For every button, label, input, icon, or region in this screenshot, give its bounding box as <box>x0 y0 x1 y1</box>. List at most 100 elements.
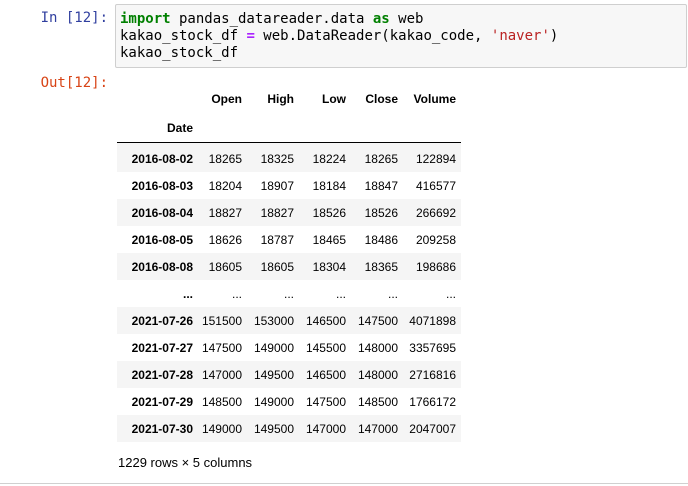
row-index: 2016-08-05 <box>131 232 193 247</box>
column-header: High <box>267 92 294 106</box>
cell-high: 149500 <box>253 421 294 436</box>
cell-volume: 3357695 <box>409 340 456 355</box>
table-row: 2021-07-29 148500 149000 147500 148500 1… <box>117 388 461 415</box>
cell-open: 18605 <box>208 259 242 274</box>
corner-cell <box>117 84 197 114</box>
cell-close: 18265 <box>364 151 398 166</box>
cell-low: 146500 <box>305 313 346 328</box>
cell-divider <box>0 483 688 484</box>
cell-volume: 2047007 <box>409 421 456 436</box>
cell-low: 147500 <box>305 394 346 409</box>
cell-open: 18204 <box>208 178 242 193</box>
column-header-row: Open High Low Close Volume <box>117 84 461 114</box>
row-index: 2016-08-02 <box>131 151 193 166</box>
string-literal: 'naver' <box>490 28 550 44</box>
cell-volume: 122894 <box>415 151 456 166</box>
cell-open: 18626 <box>208 232 242 247</box>
cell-low: 18465 <box>312 232 346 247</box>
column-header: Low <box>322 92 346 106</box>
table-row: 2021-07-27 147500 149000 145500 148000 3… <box>117 334 461 361</box>
cell-close: 148500 <box>357 394 398 409</box>
table-row: 2016-08-03 18204 18907 18184 18847 41657… <box>117 172 461 199</box>
assign-operator: = <box>246 28 255 44</box>
cell-close: ... <box>387 286 398 301</box>
table-row: 2016-08-02 18265 18325 18224 18265 12289… <box>117 142 461 172</box>
table-row: 2016-08-05 18626 18787 18465 18486 20925… <box>117 226 461 253</box>
cell-open: 151500 <box>201 313 242 328</box>
row-index: ... <box>182 286 193 301</box>
cell-close: 147000 <box>357 421 398 436</box>
cell-close: 18365 <box>364 259 398 274</box>
dataframe-table: Open High Low Close Volume Date 2016-08-… <box>117 84 461 442</box>
code-line-1: import pandas_datareader.data as web <box>120 11 682 28</box>
table-row: 2021-07-30 149000 149500 147000 147000 2… <box>117 415 461 442</box>
cell-volume: 416577 <box>415 178 456 193</box>
code-text: web <box>389 11 424 27</box>
cell-low: 18184 <box>312 178 346 193</box>
row-index: 2016-08-08 <box>131 259 193 274</box>
index-name: Date <box>166 121 193 135</box>
cell-high: 149500 <box>253 367 294 382</box>
cell-volume: 4071898 <box>409 313 456 328</box>
cell-high: 18325 <box>260 151 294 166</box>
code-text: ) <box>549 28 559 44</box>
cell-open: 148500 <box>201 394 242 409</box>
cell-low: 18526 <box>312 205 346 220</box>
cell-high: 149000 <box>253 394 294 409</box>
cell-low: 145500 <box>305 340 346 355</box>
code-text: kakao_stock_df <box>120 28 247 44</box>
cell-open: 18827 <box>208 205 242 220</box>
row-index: 2021-07-30 <box>131 421 193 436</box>
cell-open: ... <box>231 286 242 301</box>
cell-volume: 209258 <box>415 232 456 247</box>
cell-open: 18265 <box>208 151 242 166</box>
column-header: Volume <box>413 92 456 106</box>
code-editor[interactable]: import pandas_datareader.data as web kak… <box>115 4 687 68</box>
cell-low: 18224 <box>312 151 346 166</box>
cell-close: 148000 <box>357 367 398 382</box>
code-text: pandas_datareader.data <box>170 11 373 27</box>
cell-volume: 198686 <box>415 259 456 274</box>
cell-high: 18907 <box>260 178 294 193</box>
cell-high: 18827 <box>260 205 294 220</box>
row-index: 2016-08-04 <box>131 205 193 220</box>
table-row: 2021-07-26 151500 153000 146500 147500 4… <box>117 307 461 334</box>
code-line-3: kakao_stock_df <box>120 45 239 61</box>
cell-volume: 1766172 <box>409 394 456 409</box>
table-row: 2016-08-04 18827 18827 18526 18526 26669… <box>117 199 461 226</box>
cell-open: 149000 <box>201 421 242 436</box>
cell-volume: ... <box>445 286 456 301</box>
dataframe-shape-text: 1229 rows × 5 columns <box>118 455 253 470</box>
cell-open: 147500 <box>201 340 242 355</box>
row-index: 2021-07-28 <box>131 367 193 382</box>
column-header: Close <box>365 92 398 106</box>
table-row: 2016-08-08 18605 18605 18304 18365 19868… <box>117 253 461 280</box>
cell-close: 148000 <box>357 340 398 355</box>
code-line-2: kakao_stock_df = web.DataReader(kakao_co… <box>120 28 682 45</box>
cell-high: 18787 <box>260 232 294 247</box>
cell-high: 153000 <box>253 313 294 328</box>
cell-volume: 2716816 <box>409 367 456 382</box>
notebook-cell: In [12]: import pandas_datareader.data a… <box>0 0 688 486</box>
cell-close: 18847 <box>364 178 398 193</box>
ellipsis-row: ... ... ... ... ... ... <box>117 280 461 307</box>
keyword-as: as <box>372 11 390 27</box>
input-prompt: In [12]: <box>40 10 108 26</box>
row-index: 2021-07-29 <box>131 394 193 409</box>
cell-low: 18304 <box>312 259 346 274</box>
column-header: Open <box>211 92 242 106</box>
cell-close: 18486 <box>364 232 398 247</box>
row-index: 2021-07-27 <box>131 340 193 355</box>
cell-low: 147000 <box>305 421 346 436</box>
table-row: 2021-07-28 147000 149500 146500 148000 2… <box>117 361 461 388</box>
row-index: 2021-07-26 <box>131 313 193 328</box>
cell-high: 149000 <box>253 340 294 355</box>
row-index: 2016-08-03 <box>131 178 193 193</box>
code-text: web.DataReader(kakao_code, <box>254 28 491 44</box>
cell-high: 18605 <box>260 259 294 274</box>
cell-low: ... <box>335 286 346 301</box>
cell-close: 18526 <box>364 205 398 220</box>
dataframe-output: Open High Low Close Volume Date 2016-08-… <box>117 84 461 442</box>
cell-low: 146500 <box>305 367 346 382</box>
cell-open: 147000 <box>201 367 242 382</box>
